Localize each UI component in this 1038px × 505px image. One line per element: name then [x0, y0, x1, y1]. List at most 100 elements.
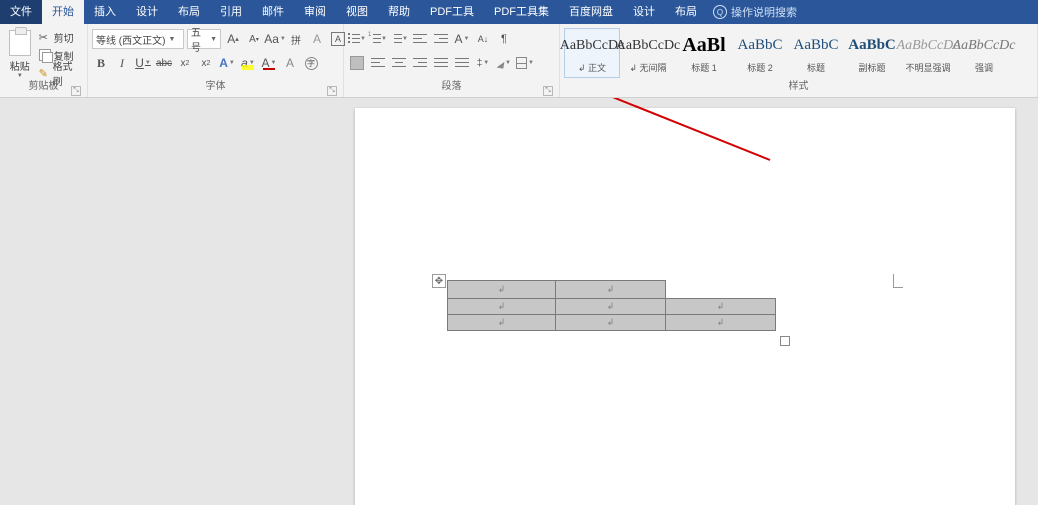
enclose-char-button[interactable]: 字 [302, 53, 320, 73]
cell-mark: ↲ [717, 317, 725, 327]
font-name-combo[interactable]: 等线 (西文正文)▼ [92, 29, 184, 49]
increase-indent-button[interactable] [432, 29, 450, 49]
group-clipboard: 粘贴 ▼ 剪切 复制 格式刷 剪贴板⤡ [0, 24, 88, 97]
style-↲ 正文[interactable]: AaBbCcDc↲ 正文 [564, 28, 620, 78]
clipboard-icon [9, 30, 31, 56]
styles-gallery[interactable]: AaBbCcDc↲ 正文AaBbCcDc↲ 无间隔AaBl标题 1AaBbC标题… [564, 27, 1012, 78]
tab-baidu-disk[interactable]: 百度网盘 [559, 0, 623, 24]
style-标题 2[interactable]: AaBbC标题 2 [732, 28, 788, 78]
font-group-label: 字体 [206, 81, 226, 92]
border-icon [516, 57, 527, 69]
underline-label: U [135, 56, 144, 70]
copy-icon [39, 49, 51, 61]
align-justify-icon [434, 57, 448, 69]
superscript-button[interactable]: x2 [197, 53, 215, 73]
align-center-button[interactable] [390, 53, 408, 73]
cell-mark: ↲ [498, 301, 506, 311]
cell-mark: ↲ [717, 301, 725, 311]
paste-button[interactable]: 粘贴 ▼ [4, 27, 36, 81]
char-shading-button[interactable]: A [281, 53, 299, 73]
style-name: 副标题 [858, 61, 885, 74]
highlight-button[interactable]: a▼ [239, 53, 257, 73]
align-right-icon [413, 57, 427, 69]
align-justify-button[interactable] [432, 53, 450, 73]
cell-mark: ↲ [607, 317, 615, 327]
clear-formatting-button[interactable]: A [308, 29, 326, 49]
table-move-handle[interactable]: ✥ [432, 274, 446, 288]
shrink-font-button[interactable]: A▾ [245, 29, 263, 49]
table-resize-handle[interactable] [780, 336, 790, 346]
tell-me-search[interactable]: Q 操作说明搜索 [713, 4, 797, 20]
style-preview: AaBl [682, 33, 725, 59]
italic-button[interactable]: I [113, 53, 131, 73]
style-不明显强调[interactable]: AaBbCcDc不明显强调 [900, 28, 956, 78]
enclose-icon: 字 [305, 57, 318, 70]
shading-button[interactable]: ▼ [495, 53, 513, 73]
paragraph-group-label: 段落 [442, 81, 462, 92]
tab-pdf-toolset[interactable]: PDF工具集 [484, 0, 559, 24]
styles-group-label: 样式 [789, 81, 809, 92]
tab-help[interactable]: 帮助 [378, 0, 420, 24]
char-border-icon: A [331, 32, 345, 46]
bold-button[interactable]: B [92, 53, 110, 73]
style-强调[interactable]: AaBbCcDc强调 [956, 28, 1012, 78]
font-size-combo[interactable]: 五号▼ [187, 29, 221, 49]
style-preview: AaBbC [794, 33, 839, 59]
tab-references[interactable]: 引用 [210, 0, 252, 24]
multilevel-list-button[interactable]: ▼ [390, 29, 408, 49]
tab-layout[interactable]: 布局 [168, 0, 210, 24]
asian-layout-button[interactable]: A▼ [453, 29, 471, 49]
clipboard-group-label: 剪贴板 [29, 81, 59, 92]
borders-button[interactable]: ▼ [516, 53, 534, 73]
clipboard-launcher[interactable]: ⤡ [71, 86, 81, 96]
tab-file[interactable]: 文件 [0, 0, 42, 24]
text-effects-button[interactable]: A▼ [218, 53, 236, 73]
cut-button[interactable]: 剪切 [36, 29, 83, 45]
tab-design[interactable]: 设计 [126, 0, 168, 24]
cut-label: 剪切 [54, 30, 74, 45]
shading-swatch[interactable] [348, 53, 366, 73]
document-table[interactable]: ↲ ↲ ↲ ↲ ↲ ↲ ↲ ↲ [447, 280, 776, 331]
tab-home[interactable]: 开始 [42, 0, 84, 24]
grow-font-button[interactable]: A▴ [224, 29, 242, 49]
style-副标题[interactable]: AaBbC副标题 [844, 28, 900, 78]
style-标题[interactable]: AaBbC 标题 [788, 28, 844, 78]
change-case-button[interactable]: Aa▼ [266, 29, 284, 49]
numbering-button[interactable]: ▼ [369, 29, 387, 49]
underline-button[interactable]: U▼ [134, 53, 152, 73]
strikethrough-button[interactable]: abc [155, 53, 173, 73]
show-marks-button[interactable]: ¶ [495, 29, 513, 49]
lightbulb-icon: Q [713, 5, 727, 19]
distribute-button[interactable] [453, 53, 471, 73]
tab-pdf-tools[interactable]: PDF工具 [420, 0, 484, 24]
ribbon: 粘贴 ▼ 剪切 复制 格式刷 剪贴板⤡ 等线 (西文正文)▼ 五号▼ A▴ A▾… [0, 24, 1038, 98]
tab-mailings[interactable]: 邮件 [252, 0, 294, 24]
numbering-icon [369, 33, 380, 45]
style-preview: AaBbCcDc [897, 33, 960, 59]
subscript-button[interactable]: x2 [176, 53, 194, 73]
align-center-icon [392, 57, 406, 69]
sort-button[interactable]: A↓ [474, 29, 492, 49]
format-painter-button[interactable]: 格式刷 [36, 65, 83, 81]
decrease-indent-button[interactable] [411, 29, 429, 49]
style-preview: AaBbCcDc [953, 33, 1016, 59]
phonetic-guide-button[interactable] [287, 29, 305, 49]
tab-insert[interactable]: 插入 [84, 0, 126, 24]
tab-table-layout[interactable]: 布局 [665, 0, 707, 24]
cell-mark: ↲ [498, 284, 506, 294]
tab-view[interactable]: 视图 [336, 0, 378, 24]
text-cursor [893, 274, 903, 288]
tab-table-design[interactable]: 设计 [623, 0, 665, 24]
align-left-button[interactable] [369, 53, 387, 73]
line-spacing-button[interactable]: ‡▼ [474, 53, 492, 73]
font-color-button[interactable]: A▼ [260, 53, 278, 73]
paragraph-launcher[interactable]: ⤡ [543, 86, 553, 96]
bullets-button[interactable]: ▼ [348, 29, 366, 49]
align-right-button[interactable] [411, 53, 429, 73]
style-标题 1[interactable]: AaBl标题 1 [676, 28, 732, 78]
style-↲ 无间隔[interactable]: AaBbCcDc↲ 无间隔 [620, 28, 676, 78]
font-launcher[interactable]: ⤡ [327, 86, 337, 96]
tab-review[interactable]: 审阅 [294, 0, 336, 24]
style-name: 标题 [807, 61, 825, 74]
document-area[interactable]: ✥ ↲ ↲ ↲ ↲ ↲ ↲ ↲ ↲ [0, 98, 1038, 505]
